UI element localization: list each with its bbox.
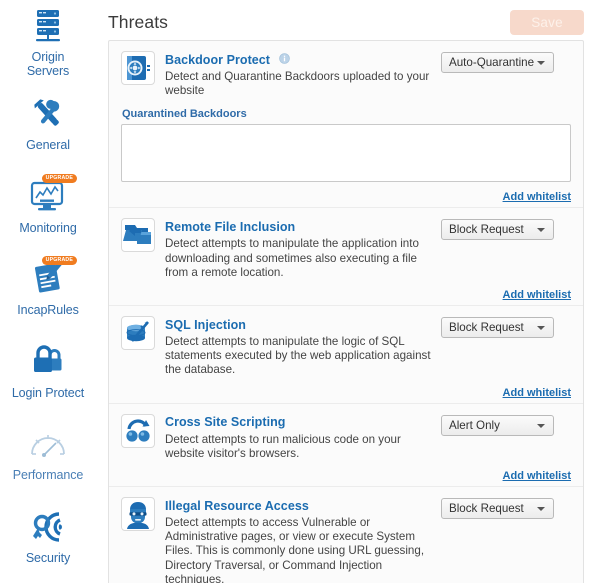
action-select-cross-site-scripting[interactable]: Alert Only [441,414,554,436]
sidebar-item-performance[interactable]: Performance [0,422,96,483]
quarantined-backdoors-box[interactable] [121,124,571,183]
database-injection-icon [121,316,155,351]
sidebar-item-monitoring[interactable]: UPGRADE Monitoring [0,173,96,236]
action-select-value: Block Request [449,321,524,335]
threat-description: Detect and Quarantine Backdoors uploaded… [165,70,430,98]
add-whitelist-link[interactable]: Add whitelist [503,470,571,482]
threat-description: Detect attempts to access Vulnerable or … [165,516,425,583]
monitor-chart-icon: UPGRADE [22,173,77,219]
action-select-sql-injection[interactable]: Block Request [441,317,554,339]
action-select-backdoor-protect[interactable]: Auto-Quarantine [441,52,554,73]
main-content: Threats Save Backdoor Protect Detect and… [96,0,600,583]
threat-description: Detect attempts to manipulate the applic… [165,237,419,279]
padlocks-icon [22,340,74,384]
key-icon [22,505,74,549]
sidebar-item-login-protect[interactable]: Login Protect [0,340,96,401]
threat-illegal-resource-access: Illegal Resource Access Detect attempts … [109,487,583,583]
action-select-illegal-resource-access[interactable]: Block Request [441,498,554,520]
threat-name: Remote File Inclusion [165,220,296,235]
sidebar-item-origin-servers[interactable]: Origin Servers [0,4,96,78]
speedometer-icon [22,422,74,466]
threat-links: Add whitelist [121,285,571,301]
threats-panel: Backdoor Protect Detect and Quarantine B… [108,40,584,583]
remote-file-icon [121,218,155,253]
threat-links: Add whitelist [121,466,571,482]
threat-sql-injection: SQL Injection Detect attempts to manipul… [109,306,583,404]
info-icon[interactable] [279,53,291,65]
add-whitelist-link[interactable]: Add whitelist [503,289,571,301]
sidebar-item-label: Origin Servers [26,50,70,78]
sidebar-item-label: Login Protect [11,385,85,400]
threat-name: Illegal Resource Access [165,498,309,513]
server-rack-icon [22,4,74,48]
xss-molecule-icon [121,413,155,448]
action-select-remote-file-inclusion[interactable]: Block Request [441,219,554,241]
threat-remote-file-inclusion: Remote File Inclusion Detect attempts to… [109,208,583,307]
threat-links: Add whitelist [121,187,571,203]
action-select-value: Block Request [449,502,524,516]
sidebar-item-label: General [26,138,70,152]
chevron-down-icon [537,423,545,428]
sidebar-item-security[interactable]: Security [0,505,96,566]
upgrade-badge: UPGRADE [41,173,77,183]
threat-name: SQL Injection [165,317,246,332]
action-select-value: Auto-Quarantine [449,56,535,69]
upgrade-badge: UPGRADE [41,256,77,265]
threat-links: Add whitelist [121,383,571,399]
backdoor-shield-icon [121,51,155,85]
add-whitelist-link[interactable]: Add whitelist [503,191,571,203]
sidebar-item-general[interactable]: General [0,92,96,153]
page-header: Threats Save [100,0,592,38]
threat-name: Cross Site Scripting [165,415,286,430]
threat-name: Backdoor Protect [165,52,270,67]
threat-cross-site-scripting: Cross Site Scripting Detect attempts to … [109,404,583,488]
sidebar-item-label: Security [25,550,71,565]
threat-backdoor-protect: Backdoor Protect Detect and Quarantine B… [109,41,583,209]
sidebar-item-label: Performance [12,468,84,482]
chevron-down-icon [537,507,545,512]
sidebar: Origin Servers General UPGRADE Monitorin… [0,0,96,583]
threats-page: Origin Servers General UPGRADE Monitorin… [0,0,600,583]
tools-icon [22,92,74,136]
chevron-down-icon [537,61,545,65]
sidebar-item-label: Monitoring [19,220,77,235]
chevron-down-icon [537,326,545,331]
chevron-down-icon [537,228,545,233]
threat-description: Detect attempts to manipulate the logic … [165,335,431,377]
document-pencil-icon: UPGRADE [22,256,77,301]
hacker-icon [121,497,155,532]
action-select-value: Alert Only [449,418,500,432]
sidebar-item-incaprules[interactable]: UPGRADE IncapRules [0,256,96,318]
save-button[interactable]: Save [510,9,584,35]
add-whitelist-link[interactable]: Add whitelist [503,387,571,399]
action-select-value: Block Request [449,223,524,237]
page-title: Threats [108,11,169,32]
quarantined-backdoors-label: Quarantined Backdoors [122,108,247,121]
sidebar-item-label: IncapRules [17,303,79,317]
threat-description: Detect attempts to run malicious code on… [165,432,401,460]
